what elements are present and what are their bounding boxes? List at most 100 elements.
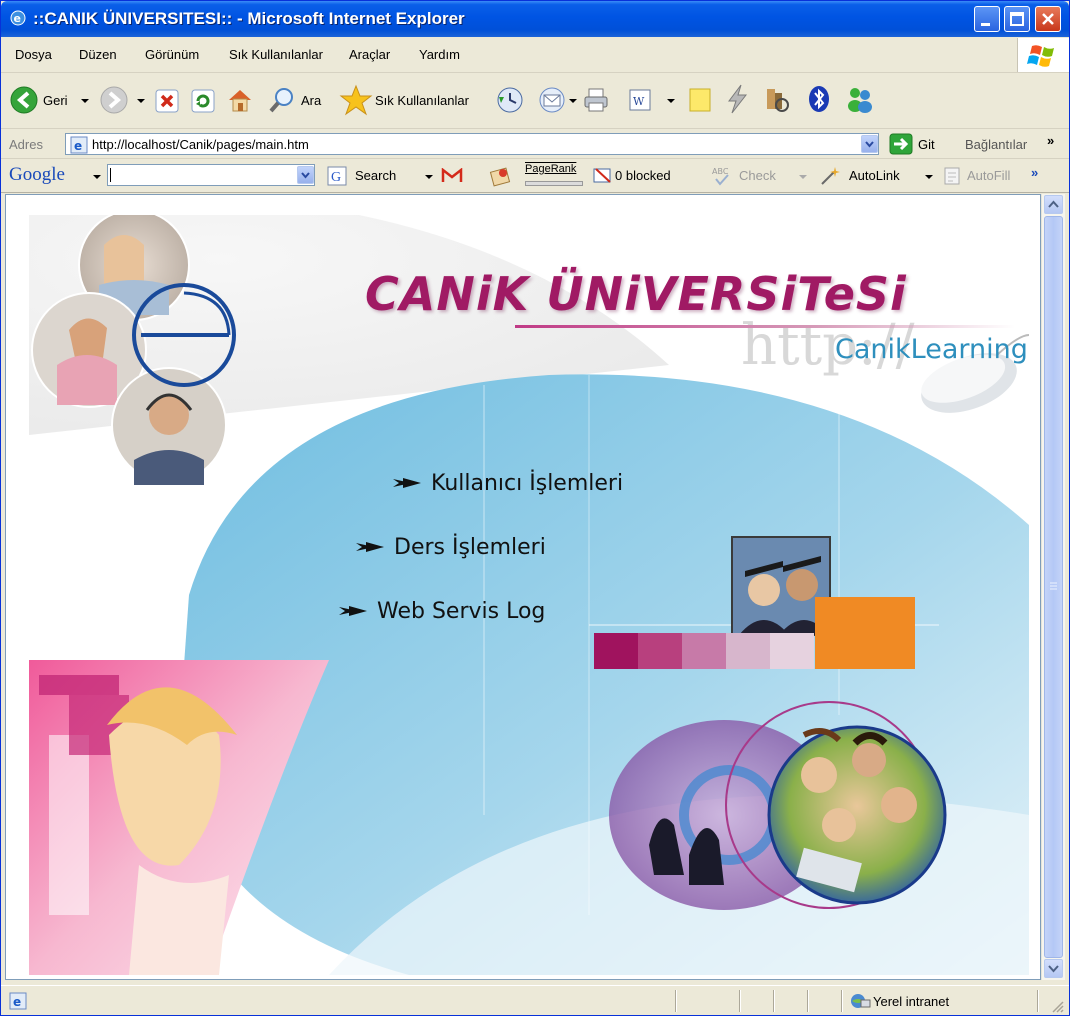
svg-text:e: e xyxy=(13,995,21,1009)
strip-square-3 xyxy=(682,633,726,669)
forward-button[interactable] xyxy=(99,85,129,119)
maximize-button[interactable] xyxy=(1004,6,1030,32)
resize-grip-icon[interactable] xyxy=(1051,1000,1065,1014)
status-divider xyxy=(841,990,843,1012)
print-icon xyxy=(584,88,608,112)
vertical-scrollbar[interactable] xyxy=(1041,194,1065,980)
home-button[interactable] xyxy=(225,85,255,119)
orange-block xyxy=(815,597,915,669)
svg-text:ABC: ABC xyxy=(712,167,729,176)
blocked-count[interactable]: 0 blocked xyxy=(615,168,671,183)
autofill-button: AutoFill xyxy=(967,168,1011,183)
menu-tools[interactable]: Araçlar xyxy=(349,47,390,62)
messenger-icon xyxy=(848,88,872,113)
refresh-button[interactable] xyxy=(189,87,217,119)
user-operations-link[interactable]: Kullanıcı İşlemleri xyxy=(393,471,623,496)
google-logo[interactable]: Google xyxy=(9,164,65,186)
search-dropdown-icon[interactable] xyxy=(425,175,433,179)
course-operations-link[interactable]: Ders İşlemleri xyxy=(356,535,546,560)
spellcheck-icon: ABC xyxy=(712,167,729,186)
back-label: Geri xyxy=(43,93,68,108)
close-button[interactable] xyxy=(1035,6,1061,32)
print-button[interactable] xyxy=(581,85,611,119)
edit-word-button[interactable]: W xyxy=(625,85,655,119)
security-zone-label: Yerel intranet xyxy=(873,994,950,1009)
minimize-button[interactable] xyxy=(974,6,1000,32)
window-title: ::CANIK ÜNIVERSITESI:: - Microsoft Inter… xyxy=(33,9,465,28)
arrow-icon xyxy=(356,542,384,552)
note-button[interactable] xyxy=(685,85,715,119)
autolink-dropdown-icon[interactable] xyxy=(925,175,933,179)
web-service-log-link[interactable]: Web Servis Log xyxy=(339,599,545,624)
standard-toolbar: Geri Ara Sık Kullanılanlar W xyxy=(1,73,1069,129)
scroll-thumb[interactable] xyxy=(1044,216,1063,958)
edit-dropdown-icon[interactable] xyxy=(667,99,675,103)
ie-logo-icon: e xyxy=(10,10,26,26)
history-icon xyxy=(497,87,523,113)
history-button[interactable] xyxy=(495,85,525,119)
menu-help[interactable]: Yardım xyxy=(419,47,460,62)
university-title: CANiK ÜNiVERSiTeSi xyxy=(365,267,907,321)
forward-dropdown-icon[interactable] xyxy=(137,99,145,103)
back-dropdown-icon[interactable] xyxy=(81,99,89,103)
status-divider xyxy=(807,990,809,1012)
popup-blocker-icon[interactable] xyxy=(593,166,613,186)
page-status-icon: e xyxy=(9,992,27,1010)
scroll-down-button[interactable] xyxy=(1044,959,1063,978)
scroll-up-button[interactable] xyxy=(1044,195,1063,214)
svg-text:e: e xyxy=(14,12,21,25)
search-button[interactable] xyxy=(267,85,297,119)
autolink-wand-icon[interactable] xyxy=(819,165,841,187)
mail-dropdown-icon[interactable] xyxy=(569,99,577,103)
go-button[interactable] xyxy=(889,133,913,159)
discuss-button[interactable] xyxy=(721,83,753,119)
back-arrow-icon xyxy=(10,86,38,114)
address-input[interactable]: e http://localhost/Canik/pages/main.htm xyxy=(65,133,879,155)
links-chevron-icon[interactable]: » xyxy=(1047,133,1054,148)
menu-edit[interactable]: Düzen xyxy=(79,47,117,62)
bluetooth-icon xyxy=(809,86,829,112)
lightning-icon xyxy=(728,84,748,114)
google-history-dropdown[interactable] xyxy=(297,166,314,184)
google-search-button[interactable]: Search xyxy=(355,168,396,183)
autofill-icon xyxy=(944,167,960,185)
autolink-button[interactable]: AutoLink xyxy=(849,168,900,183)
menu-favorites[interactable]: Sık Kullanılanlar xyxy=(229,47,323,62)
title-bar[interactable]: e ::CANIK ÜNIVERSITESI:: - Microsoft Int… xyxy=(1,1,1069,37)
status-divider xyxy=(739,990,741,1012)
title-underline xyxy=(515,325,1015,328)
address-dropdown-button[interactable] xyxy=(861,135,878,153)
back-button[interactable] xyxy=(9,85,39,119)
page-viewport: http:// CANiK ÜNiVERSiTeSi CanikLearning… xyxy=(5,194,1041,980)
user-operations-label: Kullanıcı İşlemleri xyxy=(431,471,624,496)
strip-square-1 xyxy=(594,633,638,669)
news-icon[interactable] xyxy=(489,165,511,187)
menu-view[interactable]: Görünüm xyxy=(145,47,199,62)
page-canvas: http:// CANiK ÜNiVERSiTeSi CanikLearning… xyxy=(29,215,1029,975)
google-menu-dropdown-icon[interactable] xyxy=(93,175,101,179)
favorites-button[interactable] xyxy=(339,83,373,121)
mail-button[interactable] xyxy=(537,85,567,119)
menu-file[interactable]: Dosya xyxy=(15,47,52,62)
arrow-icon xyxy=(339,606,367,616)
research-button[interactable] xyxy=(761,83,793,119)
status-divider xyxy=(773,990,775,1012)
go-arrow-icon xyxy=(889,133,913,155)
page-icon: e xyxy=(70,136,88,154)
address-url: http://localhost/Canik/pages/main.htm xyxy=(92,137,309,152)
windows-logo-icon xyxy=(1017,38,1069,72)
google-chevron-icon[interactable]: » xyxy=(1031,165,1038,180)
gmail-icon[interactable] xyxy=(441,168,463,184)
browser-window: e ::CANIK ÜNIVERSITESI:: - Microsoft Int… xyxy=(0,0,1070,1016)
sticky-note-icon xyxy=(689,88,711,112)
google-g-icon[interactable]: G xyxy=(327,166,347,186)
svg-text:G: G xyxy=(331,170,341,185)
address-label: Adres xyxy=(9,137,43,152)
bluetooth-button[interactable] xyxy=(803,83,835,119)
google-search-input[interactable] xyxy=(107,164,315,186)
address-bar: Adres e http://localhost/Canik/pages/mai… xyxy=(1,129,1069,159)
messenger-button[interactable] xyxy=(843,83,875,119)
stop-button[interactable] xyxy=(153,87,181,119)
forward-arrow-icon xyxy=(100,86,128,114)
links-button[interactable]: Bağlantılar xyxy=(965,137,1027,152)
